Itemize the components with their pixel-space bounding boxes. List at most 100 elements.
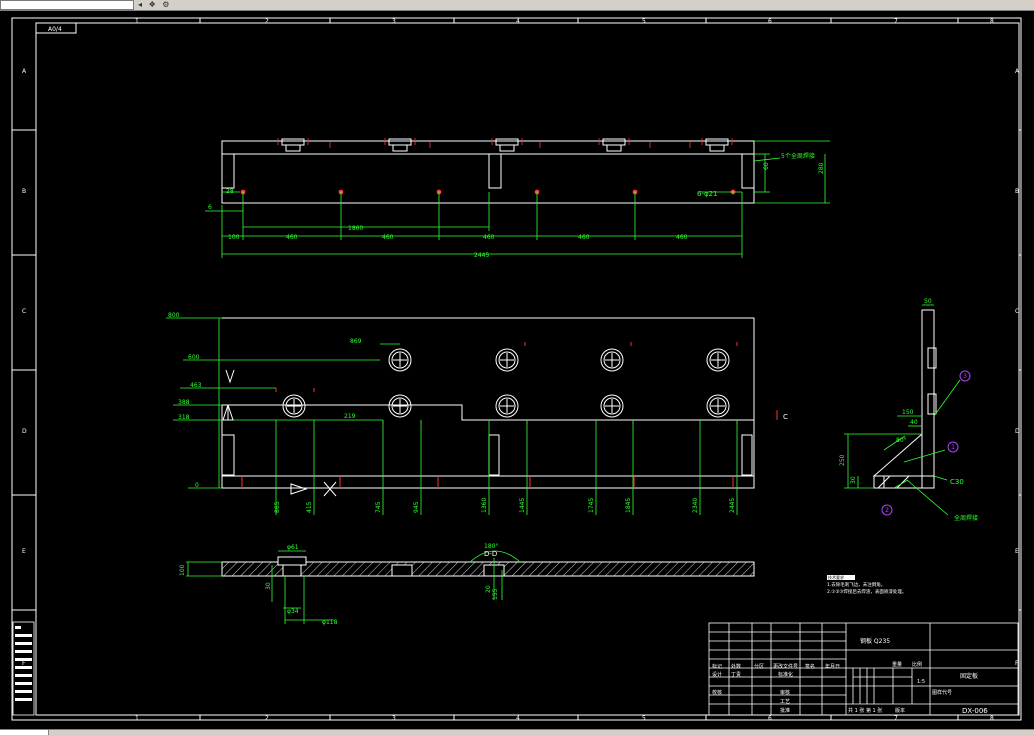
- sheet-outer-border: [11, 17, 1022, 721]
- balloon-2: 2: [885, 507, 889, 514]
- top-zone-marker: 1: [135, 18, 139, 25]
- front-mid-leg: [488, 153, 502, 189]
- zone-markers: 1 2 3 4 5 6 7 81 2 3 4 5 6 7 8ABCDEFABCDEF: [22, 18, 1020, 722]
- svg-text:50: 50: [924, 298, 932, 305]
- svg-text:全周焊接: 全周焊接: [954, 514, 978, 522]
- svg-text:设计: 设计: [712, 671, 722, 678]
- svg-text:2445: 2445: [729, 498, 736, 513]
- svg-text:388: 388: [178, 399, 190, 406]
- svg-text:比例: 比例: [912, 661, 922, 668]
- layer-dropdown[interactable]: [0, 0, 134, 10]
- svg-text:20: 20: [485, 585, 492, 593]
- svg-text:丁贵: 丁贵: [731, 671, 741, 678]
- technical-notes: 技术要求 1.去除毛刺飞边，未注倒角。 2.①②③焊接后去焊渣，表面喷漆处理。: [827, 574, 906, 595]
- top-zone-marker: 8: [990, 18, 994, 25]
- left-zone-marker: B: [22, 188, 26, 195]
- front-view-outline: [221, 140, 755, 204]
- svg-text:460: 460: [578, 234, 590, 241]
- svg-text:155: 155: [492, 588, 499, 600]
- svg-text:6-φ21: 6-φ21: [697, 190, 718, 198]
- front-view: 28 6 100 460 460 460 460 460 1860 2445 6…: [205, 138, 830, 259]
- svg-text:460: 460: [382, 234, 394, 241]
- svg-text:C30: C30: [950, 478, 964, 486]
- right-zone-marker: F: [1015, 660, 1019, 667]
- svg-text:250: 250: [839, 454, 846, 466]
- svg-text:150: 150: [902, 409, 914, 416]
- svg-text:2445: 2445: [474, 252, 489, 259]
- svg-text:60: 60: [763, 162, 770, 170]
- svg-text:2.①②③焊接后去焊渣，表面喷漆处理。: 2.①②③焊接后去焊渣，表面喷漆处理。: [827, 588, 906, 595]
- toolbar-icons: ◂ ❖ ⚙: [138, 0, 171, 9]
- svg-text:1860: 1860: [348, 225, 363, 232]
- model-tab[interactable]: [0, 730, 49, 735]
- settings-icon[interactable]: ⚙: [162, 0, 171, 9]
- svg-text:钢板 Q235: 钢板 Q235: [860, 637, 890, 645]
- front-left-leg: [221, 153, 235, 189]
- svg-text:固定板: 固定板: [960, 672, 978, 680]
- svg-text:1:5: 1:5: [917, 679, 925, 685]
- plan-view: 800 600 463 388 318 0 869 219 865 415 74…: [166, 312, 788, 515]
- svg-text:100: 100: [228, 234, 240, 241]
- left-zone-marker: E: [22, 548, 26, 555]
- bottom-zone-marker: 4: [516, 715, 520, 722]
- svg-text:865: 865: [274, 501, 281, 513]
- plan-bolts: [282, 348, 730, 418]
- zone-ticks: [12, 18, 1021, 720]
- left-zone-marker: C: [22, 308, 26, 315]
- front-hole-marks: [240, 138, 736, 195]
- svg-text:460: 460: [676, 234, 688, 241]
- svg-text:460: 460: [286, 234, 298, 241]
- svg-text:415: 415: [306, 501, 313, 513]
- bottom-zone-marker: 6: [768, 715, 772, 722]
- svg-text:460: 460: [483, 234, 495, 241]
- svg-text:800: 800: [168, 312, 180, 319]
- plan-red-marks: [241, 342, 778, 488]
- right-zone-marker: E: [1015, 548, 1019, 555]
- left-zone-marker: D: [22, 428, 27, 435]
- layer-icon[interactable]: ❖: [149, 0, 158, 9]
- side-view: 50 150 40 80° 30 250 C30 全周焊接 3 1 2: [839, 298, 978, 522]
- svg-text:1845: 1845: [625, 498, 632, 513]
- svg-text:分区: 分区: [754, 663, 764, 670]
- right-zone-marker: D: [1015, 428, 1020, 435]
- bottom-zone-marker: 5: [642, 715, 646, 722]
- left-zone-marker: F: [22, 660, 26, 667]
- plan-symbols: [222, 369, 337, 497]
- svg-text:校核: 校核: [712, 689, 722, 696]
- svg-text:30: 30: [850, 476, 857, 484]
- svg-text:更改文件号: 更改文件号: [773, 663, 798, 670]
- svg-text:φ61: φ61: [287, 544, 299, 551]
- svg-text:100: 100: [179, 564, 186, 576]
- svg-text:28: 28: [226, 188, 234, 195]
- right-zone-marker: C: [1015, 308, 1019, 315]
- svg-text:2340: 2340: [692, 498, 699, 513]
- svg-text:945: 945: [413, 501, 420, 513]
- section-letter: C: [783, 413, 788, 421]
- bottom-zone-marker: 8: [990, 715, 994, 722]
- svg-text:0: 0: [195, 482, 199, 489]
- svg-text:标准化: 标准化: [778, 671, 793, 678]
- nav-left-icon[interactable]: ◂: [138, 0, 144, 9]
- left-zone-marker: A: [22, 68, 27, 75]
- svg-text:5个全周焊接: 5个全周焊接: [781, 152, 815, 160]
- sheet-inner-border: [35, 22, 1020, 716]
- svg-text:600: 600: [188, 354, 200, 361]
- svg-text:处数: 处数: [731, 663, 741, 670]
- section-view: φ61 φ34 φ118 100 30 20 155 180° D-D: [179, 543, 755, 626]
- svg-text:1445: 1445: [519, 498, 526, 513]
- bottom-zone-marker: 3: [392, 715, 396, 722]
- svg-text:1360: 1360: [481, 498, 488, 513]
- top-zone-marker: 2: [265, 18, 269, 25]
- plan-dimensions: [166, 317, 738, 515]
- svg-text:80°: 80°: [896, 437, 907, 444]
- cad-drawing-canvas[interactable]: A0/4 1 2 3 4 5 6 7 81 2 3 4 5 6 7 8ABCDEFABCDEF: [0, 10, 1034, 729]
- top-zone-marker: 5: [642, 18, 646, 25]
- svg-text:30: 30: [265, 582, 272, 590]
- bottom-zone-marker: 1: [135, 715, 139, 722]
- svg-text:年月日: 年月日: [825, 663, 840, 670]
- svg-text:6: 6: [208, 204, 212, 211]
- svg-text:工艺: 工艺: [780, 699, 790, 705]
- svg-text:批准: 批准: [780, 707, 790, 714]
- top-zone-marker: 7: [894, 18, 898, 25]
- corner-label: A0/4: [48, 26, 62, 33]
